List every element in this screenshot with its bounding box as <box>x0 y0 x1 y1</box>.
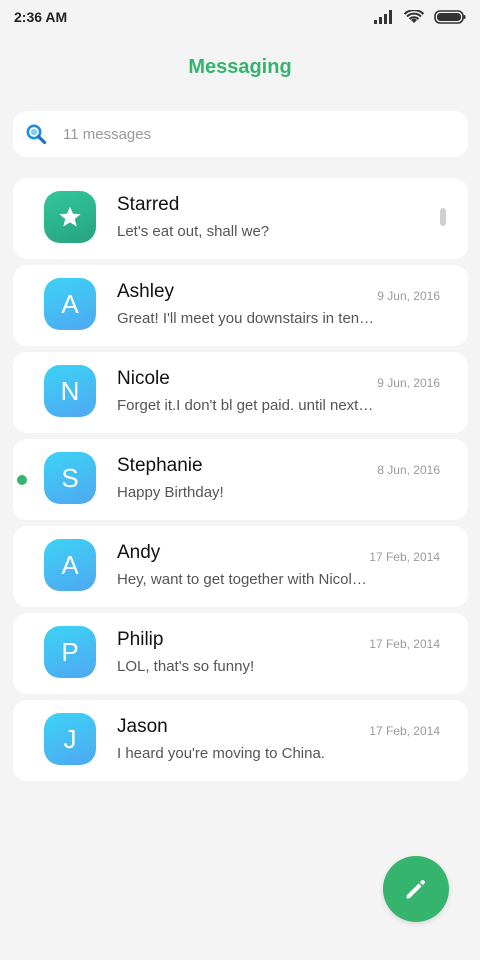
conversation-preview: Forget it.I don't bl get paid. until nex… <box>117 397 374 414</box>
unread-indicator <box>17 475 27 485</box>
conversation-preview: Let's eat out, shall we? <box>117 223 270 240</box>
scrollbar-thumb[interactable] <box>440 208 446 226</box>
conversation-item-philip[interactable]: P Philip 17 Feb, 2014 LOL, that's so fun… <box>13 613 468 694</box>
conversation-name: Stephanie <box>117 455 203 476</box>
conversation-item-nicole[interactable]: N Nicole 9 Jun, 2016 Forget it.I don't b… <box>13 352 468 433</box>
conversation-preview: Hey, want to get together with Nicol… <box>117 571 367 588</box>
conversation-date: 17 Feb, 2014 <box>369 637 440 651</box>
conversation-preview: Great! I'll meet you downstairs in ten… <box>117 310 375 327</box>
conversation-date: 17 Feb, 2014 <box>369 724 440 738</box>
avatar <box>44 191 96 243</box>
search-icon <box>26 124 47 145</box>
status-time: 2:36 AM <box>14 9 68 25</box>
conversation-item-ashley[interactable]: A Ashley 9 Jun, 2016 Great! I'll meet yo… <box>13 265 468 346</box>
avatar: A <box>44 278 96 330</box>
conversation-name: Andy <box>117 542 161 563</box>
conversation-item-jason[interactable]: J Jason 17 Feb, 2014 I heard you're movi… <box>13 700 468 781</box>
conversation-date: 9 Jun, 2016 <box>377 289 440 303</box>
conversation-date: 9 Jun, 2016 <box>377 376 440 390</box>
avatar: A <box>44 539 96 591</box>
status-icons <box>374 9 466 25</box>
conversation-preview: Happy Birthday! <box>117 484 224 501</box>
conversation-name: Ashley <box>117 281 175 302</box>
conversation-date: 17 Feb, 2014 <box>369 550 440 564</box>
search-input[interactable] <box>61 124 425 144</box>
conversation-list: Starred Let's eat out, shall we? A Ashle… <box>13 178 468 787</box>
conversation-name: Starred <box>117 194 180 215</box>
star-icon <box>59 206 81 227</box>
conversation-name: Jason <box>117 716 168 737</box>
avatar: S <box>44 452 96 504</box>
conversation-name: Philip <box>117 629 164 650</box>
conversation-name: Nicole <box>117 368 170 389</box>
battery-icon <box>434 10 466 24</box>
conversation-date: 8 Jun, 2016 <box>377 463 440 477</box>
search-bar[interactable] <box>13 111 468 157</box>
page-title: Messaging <box>188 56 292 78</box>
avatar: J <box>44 713 96 765</box>
conversation-preview: LOL, that's so funny! <box>117 658 255 675</box>
wifi-icon <box>404 9 424 23</box>
conversation-item-andy[interactable]: A Andy 17 Feb, 2014 Hey, want to get tog… <box>13 526 468 607</box>
conversation-preview: I heard you're moving to China. <box>117 745 325 762</box>
status-bar: 2:36 AM <box>0 0 480 34</box>
avatar: P <box>44 626 96 678</box>
compose-button[interactable] <box>383 856 449 922</box>
avatar: N <box>44 365 96 417</box>
conversation-item-starred[interactable]: Starred Let's eat out, shall we? <box>13 178 468 259</box>
signal-icon <box>374 10 392 24</box>
conversation-item-stephanie[interactable]: S Stephanie 8 Jun, 2016 Happy Birthday! <box>13 439 468 520</box>
pencil-icon <box>406 879 426 899</box>
